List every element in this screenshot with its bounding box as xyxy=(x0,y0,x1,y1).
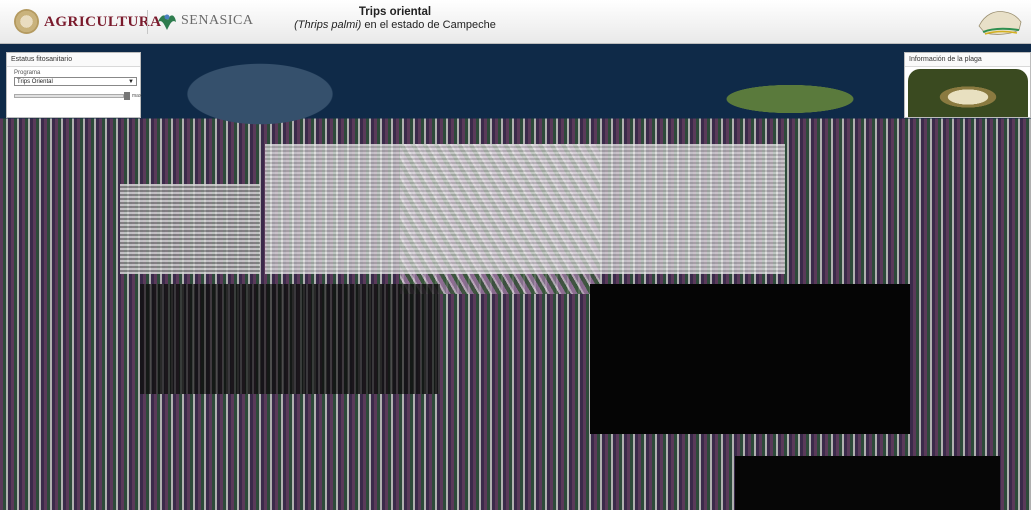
program-select[interactable]: Trips Oriental ▼ xyxy=(14,77,137,86)
campeche-map-logo-icon xyxy=(978,11,1022,35)
state-text: en el estado de Campeche xyxy=(361,19,496,31)
agricultura-logo-text: AGRICULTURA xyxy=(44,14,162,30)
page-subtitle: (Thrips palmi) en el estado de Campeche xyxy=(280,19,510,32)
opacity-slider[interactable]: max xyxy=(14,92,142,100)
senasica-logo-text: SENASICA xyxy=(181,13,254,28)
pest-image xyxy=(908,69,1028,117)
map-tile-overlay xyxy=(120,184,260,274)
pest-info-panel: Información de la plaga xyxy=(904,52,1031,118)
map-tile-overlay xyxy=(140,284,440,394)
map-tile-overlay xyxy=(735,456,1000,510)
species-name: (Thrips palmi) xyxy=(294,19,362,31)
slider-handle[interactable] xyxy=(124,92,130,100)
campeche-state-region[interactable] xyxy=(590,284,910,434)
panel-title: Estatus fitosanitario xyxy=(7,53,140,67)
page-title-main: Trips oriental xyxy=(358,6,432,18)
header-divider xyxy=(147,10,148,34)
slider-max-label: max xyxy=(132,93,142,99)
program-label: Programa xyxy=(14,70,41,76)
panel-title: Información de la plaga xyxy=(905,53,1030,67)
page-title: Trips oriental (Thrips palmi) en el esta… xyxy=(280,6,510,32)
phytosanitary-status-panel: Estatus fitosanitario Programa Trips Ori… xyxy=(6,52,141,118)
senasica-logo-icon xyxy=(158,14,176,30)
map-tile-overlay xyxy=(265,144,785,274)
chevron-down-icon: ▼ xyxy=(128,79,134,85)
program-select-value: Trips Oriental xyxy=(17,79,53,85)
slider-track[interactable] xyxy=(14,94,124,98)
app-header: AGRICULTURA SENASICA Trips oriental (Thr… xyxy=(0,0,1031,44)
map-view[interactable] xyxy=(0,44,1031,510)
government-seal-icon xyxy=(14,9,39,34)
